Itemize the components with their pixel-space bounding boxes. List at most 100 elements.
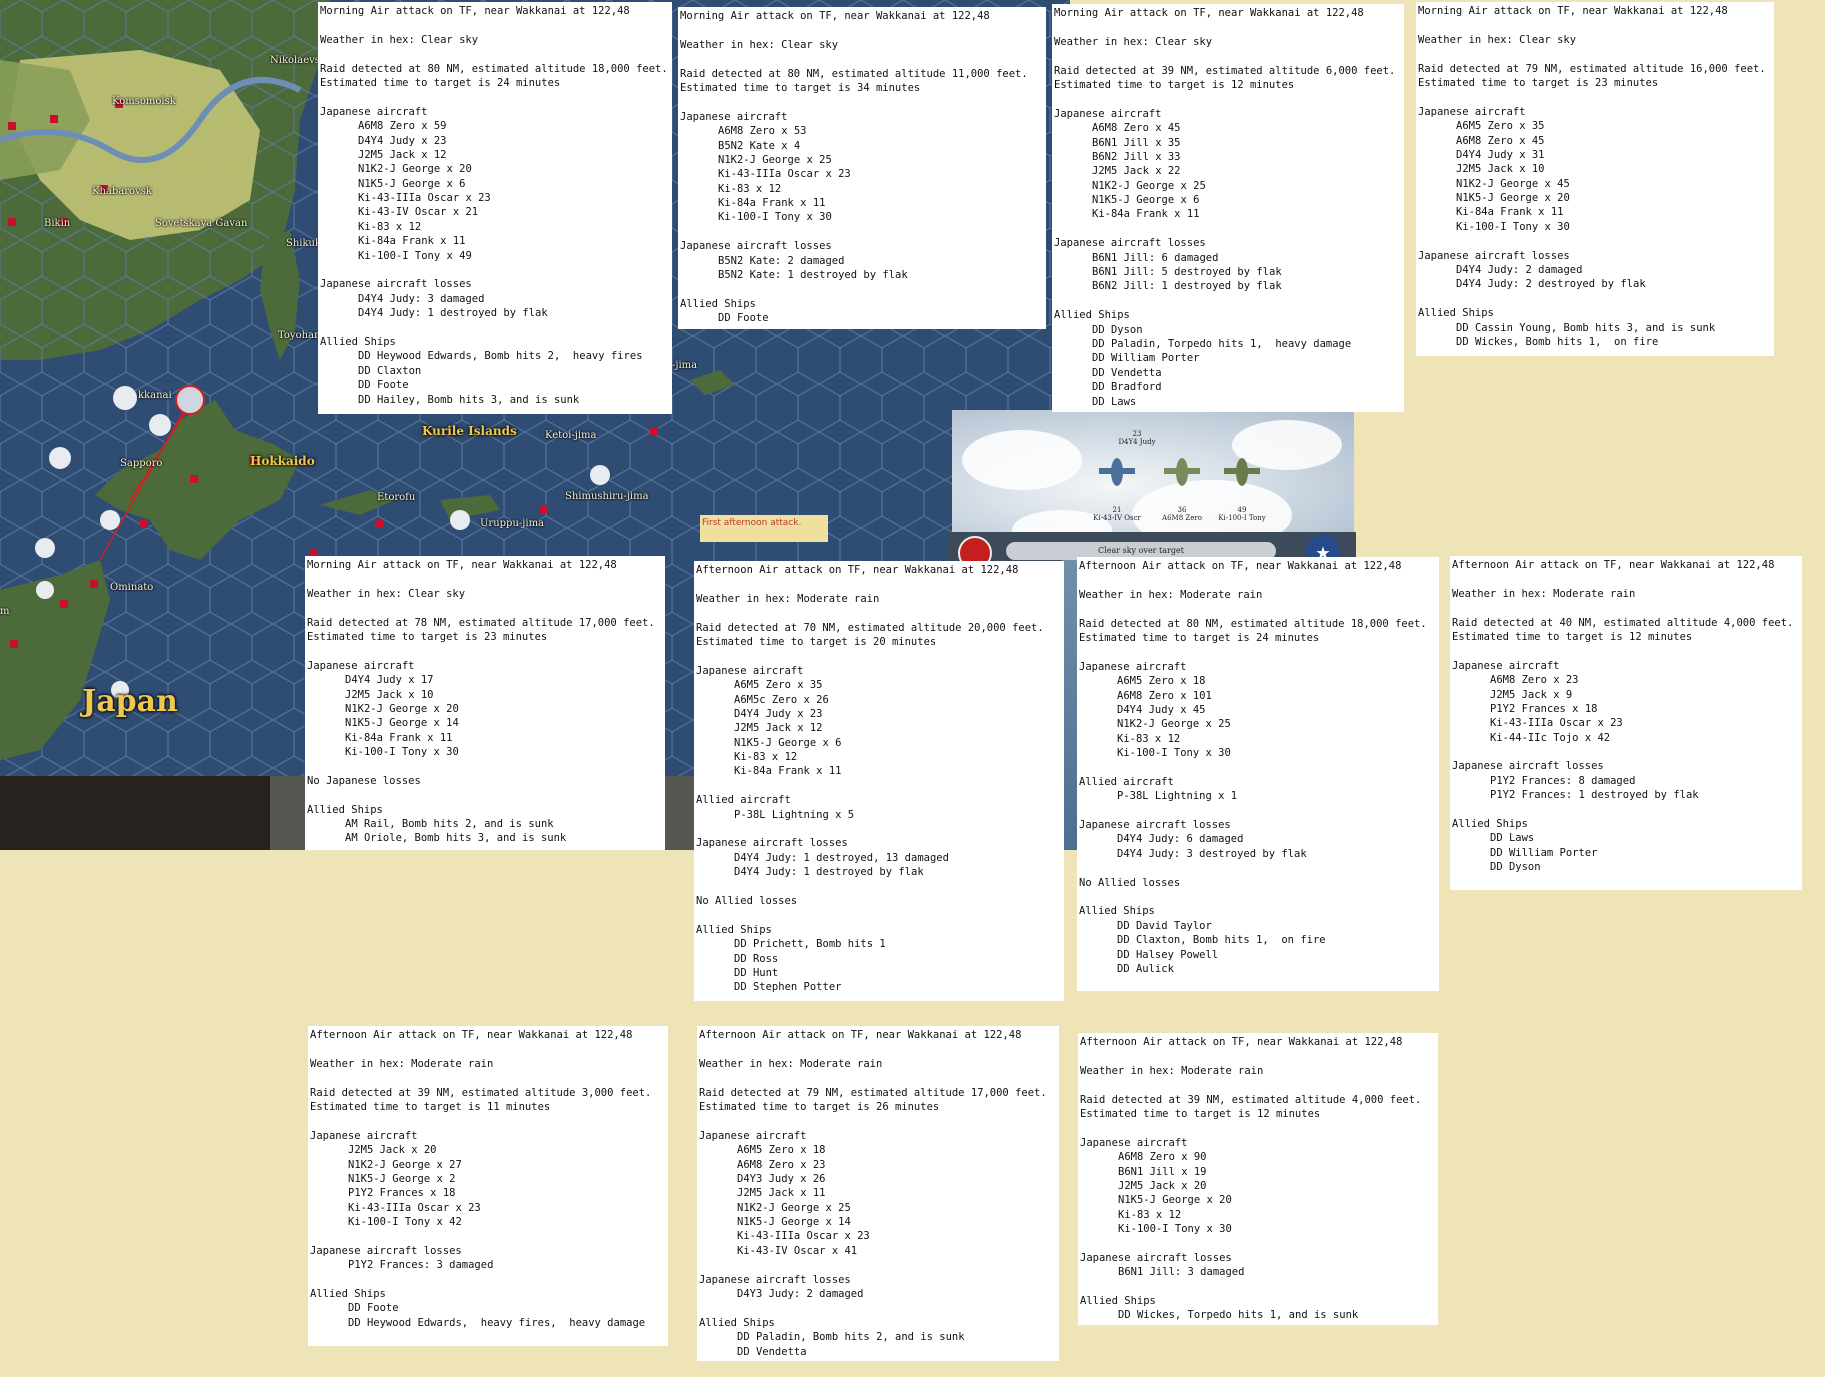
report-detail-line: D4Y4 Judy x 23 xyxy=(358,134,447,147)
report-line: Estimated time to target is 12 minutes xyxy=(1080,1107,1321,1120)
report-line: No Japanese losses xyxy=(307,774,421,787)
combat-report[interactable]: Afternoon Air attack on TF, near Wakkana… xyxy=(1077,557,1439,991)
report-spacer xyxy=(699,1301,1057,1315)
report-detail-line: J2M5 Jack x 10 xyxy=(1456,163,1545,176)
report-detail-line: J2M5 Jack x 22 xyxy=(1092,165,1181,178)
report-spacer xyxy=(310,1042,666,1056)
city-jima[interactable]: -jima xyxy=(672,360,697,371)
report-detail-line: DD Heywood Edwards, heavy fires, heavy d… xyxy=(348,1316,646,1329)
report-detail-line: A6M8 Zero x 23 xyxy=(1490,674,1579,687)
report-detail-line: D4Y4 Judy x 17 xyxy=(345,674,434,687)
report-title: Morning Air attack on TF, near Wakkanai … xyxy=(1418,5,1728,17)
report-line: Weather in hex: Moderate rain xyxy=(310,1057,494,1070)
report-line: Japanese aircraft losses xyxy=(680,240,832,253)
report-detail-line: DD Aulick xyxy=(1117,962,1174,975)
report-detail-line: J2M5 Jack x 12 xyxy=(358,148,447,161)
report-line: Japanese aircraft losses xyxy=(1418,249,1570,262)
city-edge-label: m xyxy=(0,606,10,617)
combat-report[interactable]: Afternoon Air attack on TF, near Wakkana… xyxy=(697,1026,1059,1361)
report-detail-line: DD Heywood Edwards, Bomb hits 2, heavy f… xyxy=(358,350,643,363)
report-line: Estimated time to target is 23 minutes xyxy=(307,630,548,643)
combat-report[interactable]: Morning Air attack on TF, near Wakkanai … xyxy=(1052,4,1404,412)
report-detail-line: Ki-83 x 12 xyxy=(718,182,782,195)
city-ketoi-jima[interactable]: Ketoi-jima xyxy=(545,430,596,441)
report-line: Japanese aircraft losses xyxy=(1079,819,1231,832)
report-spacer xyxy=(1079,890,1437,904)
city-shimushiru-jima[interactable]: Shimushiru-jima xyxy=(565,491,649,502)
report-detail-line: Ki-43-IV Oscar x 21 xyxy=(358,206,479,219)
report-spacer xyxy=(699,1258,1057,1272)
report-line: Weather in hex: Moderate rain xyxy=(696,592,880,605)
report-line: Japanese aircraft xyxy=(699,1129,807,1142)
report-line: Allied aircraft xyxy=(1079,775,1174,788)
report-spacer xyxy=(696,577,1062,591)
report-line: Japanese aircraft losses xyxy=(1452,760,1604,773)
report-detail-line: D4Y4 Judy x 23 xyxy=(734,707,823,720)
report-line: Japanese aircraft xyxy=(696,664,804,677)
city-etorofu[interactable]: Etorofu xyxy=(377,492,415,503)
report-detail-line: Ki-44-IIc Tojo x 42 xyxy=(1490,731,1611,744)
report-line: Estimated time to target is 12 minutes xyxy=(1452,630,1693,643)
report-line: No Allied losses xyxy=(696,894,798,907)
report-detail-line: DD Cassin Young, Bomb hits 3, and is sun… xyxy=(1456,321,1716,334)
city-komsomolsk[interactable]: Komsomolsk xyxy=(112,96,176,107)
plane-label-1: Ki-43-IV Oscr xyxy=(1093,514,1141,522)
report-detail-line: DD Claxton, Bomb hits 1, on fire xyxy=(1117,934,1326,947)
report-title: Afternoon Air attack on TF, near Wakkana… xyxy=(1080,1036,1403,1048)
plane-label-2: A6M8 Zero xyxy=(1162,514,1202,522)
report-detail-line: P-38L Lightning x 1 xyxy=(1117,790,1238,803)
report-detail-line: DD Hailey, Bomb hits 3, and is sunk xyxy=(358,393,580,406)
report-spacer xyxy=(1452,572,1800,586)
report-spacer xyxy=(1080,1078,1436,1092)
report-detail-line: A6M8 Zero x 45 xyxy=(1456,134,1545,147)
report-line: Weather in hex: Clear sky xyxy=(307,587,466,600)
city-sovetskaya-gavan[interactable]: Sovetskaya Gavan xyxy=(155,218,247,229)
combat-report[interactable]: Afternoon Air attack on TF, near Wakkana… xyxy=(1450,556,1802,890)
report-line: Japanese aircraft xyxy=(1452,659,1560,672)
report-spacer xyxy=(1079,760,1437,774)
report-detail-line: A6M8 Zero x 59 xyxy=(358,120,447,133)
report-detail-line: Ki-43-IIIa Oscar x 23 xyxy=(358,192,491,205)
report-title: Afternoon Air attack on TF, near Wakkana… xyxy=(1452,559,1775,571)
report-detail-line: DD Prichett, Bomb hits 1 xyxy=(734,938,886,951)
report-spacer xyxy=(680,225,1044,239)
combat-report[interactable]: Afternoon Air attack on TF, near Wakkana… xyxy=(694,561,1064,1001)
report-detail-line: N1K2-J George x 25 xyxy=(718,153,832,166)
combat-report[interactable]: Morning Air attack on TF, near Wakkanai … xyxy=(305,556,665,850)
city-shikuka[interactable]: Shikuk xyxy=(286,238,321,249)
report-line: Raid detected at 70 NM, estimated altitu… xyxy=(696,621,1044,634)
report-detail-line: DD Laws xyxy=(1490,832,1535,845)
report-detail-line: B5N2 Kate: 2 damaged xyxy=(718,254,845,267)
city-uruppu-jima[interactable]: Uruppu-jima xyxy=(480,518,544,529)
report-line: No Allied losses xyxy=(1079,876,1181,889)
city-wakkanai[interactable]: kkanai xyxy=(138,390,172,401)
report-detail-line: DD David Taylor xyxy=(1117,919,1212,932)
report-spacer xyxy=(1080,1236,1436,1250)
city-ominato[interactable]: Ominato xyxy=(110,582,153,593)
report-detail-line: B6N1 Jill x 19 xyxy=(1118,1165,1207,1178)
report-line: Weather in hex: Clear sky xyxy=(320,33,479,46)
report-spacer xyxy=(1418,90,1772,104)
report-line: Estimated time to target is 26 minutes xyxy=(699,1100,940,1113)
report-spacer xyxy=(320,90,670,104)
report-spacer xyxy=(1452,644,1800,658)
combat-report[interactable]: Morning Air attack on TF, near Wakkanai … xyxy=(1416,2,1774,356)
combat-report[interactable]: Afternoon Air attack on TF, near Wakkana… xyxy=(308,1026,668,1346)
report-detail-line: N1K2-J George x 20 xyxy=(358,163,472,176)
report-detail-line: B6N2 Jill: 1 destroyed by flak xyxy=(1092,280,1282,293)
combat-report[interactable]: Afternoon Air attack on TF, near Wakkana… xyxy=(1078,1033,1438,1325)
city-sapporo[interactable]: Sapporo xyxy=(120,458,162,469)
report-detail-line: Ki-84a Frank x 11 xyxy=(734,765,842,778)
report-detail-line: DD Ross xyxy=(734,952,779,965)
combat-report[interactable]: Morning Air attack on TF, near Wakkanai … xyxy=(678,7,1046,329)
city-toyohara[interactable]: Toyohar xyxy=(278,330,319,341)
report-detail-line: Ki-100-I Tony x 30 xyxy=(345,746,459,759)
report-title: Afternoon Air attack on TF, near Wakkana… xyxy=(699,1029,1022,1041)
report-detail-line: Ki-84a Frank x 11 xyxy=(1092,208,1200,221)
combat-report[interactable]: Morning Air attack on TF, near Wakkanai … xyxy=(318,2,672,414)
city-khabarovsk[interactable]: Khabarovsk xyxy=(92,186,152,197)
report-detail-line: N1K2-J George x 20 xyxy=(345,702,459,715)
city-bikin[interactable]: Bikin xyxy=(44,218,70,229)
region-label-hokkaido: Hokkaido xyxy=(250,454,315,468)
report-detail-line: DD Hunt xyxy=(734,966,779,979)
